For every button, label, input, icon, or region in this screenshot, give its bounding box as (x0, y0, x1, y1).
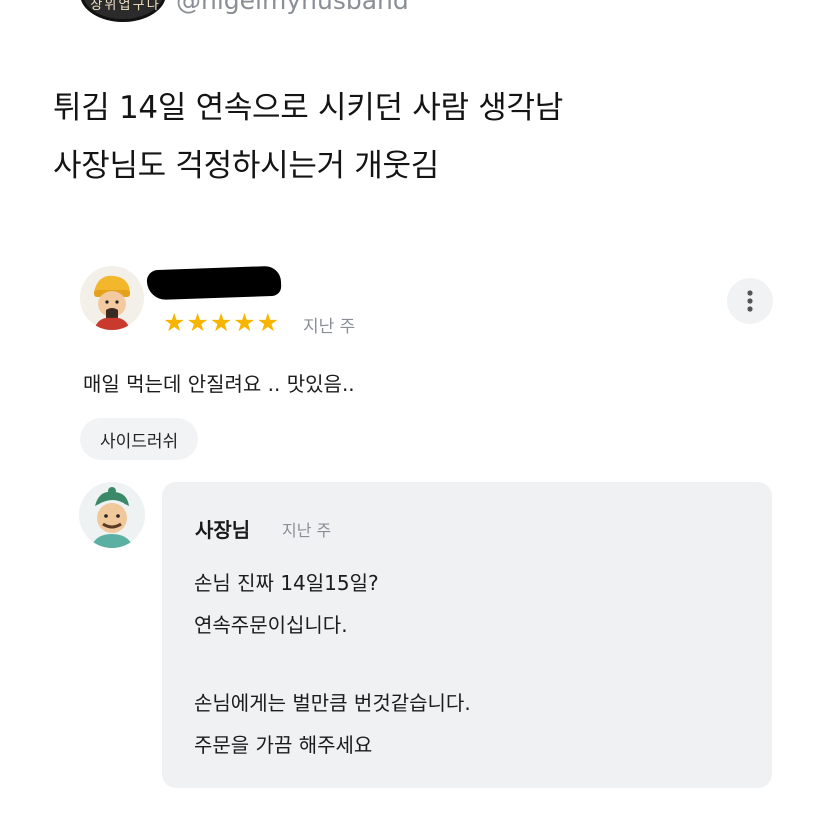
owner-reply-line-1: 손님 진짜 14일15일? (194, 571, 379, 595)
menu-tag-chip[interactable]: 사이드러쉬 (80, 418, 199, 460)
tweet-profile-avatar[interactable]: 상 위 업 구 나 (80, 0, 166, 22)
owner-avatar[interactable] (79, 482, 145, 548)
avatar-text: 상 위 업 구 나 (90, 0, 158, 13)
review-text: 매일 먹는데 안질려요 .. 맛있음.. (83, 372, 355, 396)
more-options-button[interactable] (727, 278, 773, 324)
owner-reply-line-2: 연속주문이십니다. (194, 613, 348, 637)
menu-tag-label: 사이드러쉬 (100, 431, 179, 452)
reviewer-avatar[interactable] (80, 266, 144, 330)
reviewer-avatar-icon (80, 266, 144, 330)
owner-name: 사장님 (195, 518, 251, 542)
owner-reply-line-4: 주문을 가끔 해주세요 (194, 733, 373, 757)
tweet-text-line-1: 튀김 14일 연속으로 시키던 사람 생각남 (53, 90, 563, 126)
tweet-handle[interactable]: @nigelmyhusband (176, 0, 409, 15)
more-vertical-icon (747, 290, 753, 312)
tweet-text-line-2: 사장님도 걱정하시는거 개웃김 (53, 148, 439, 184)
review-time: 지난 주 (303, 317, 356, 337)
rating-stars: ★★★★★ (163, 308, 281, 337)
owner-reply-line-3: 손님에게는 벌만큼 번것같습니다. (194, 691, 471, 715)
redacted-username (146, 265, 282, 301)
owner-avatar-icon (79, 482, 145, 548)
owner-reply-time: 지난 주 (282, 521, 332, 540)
